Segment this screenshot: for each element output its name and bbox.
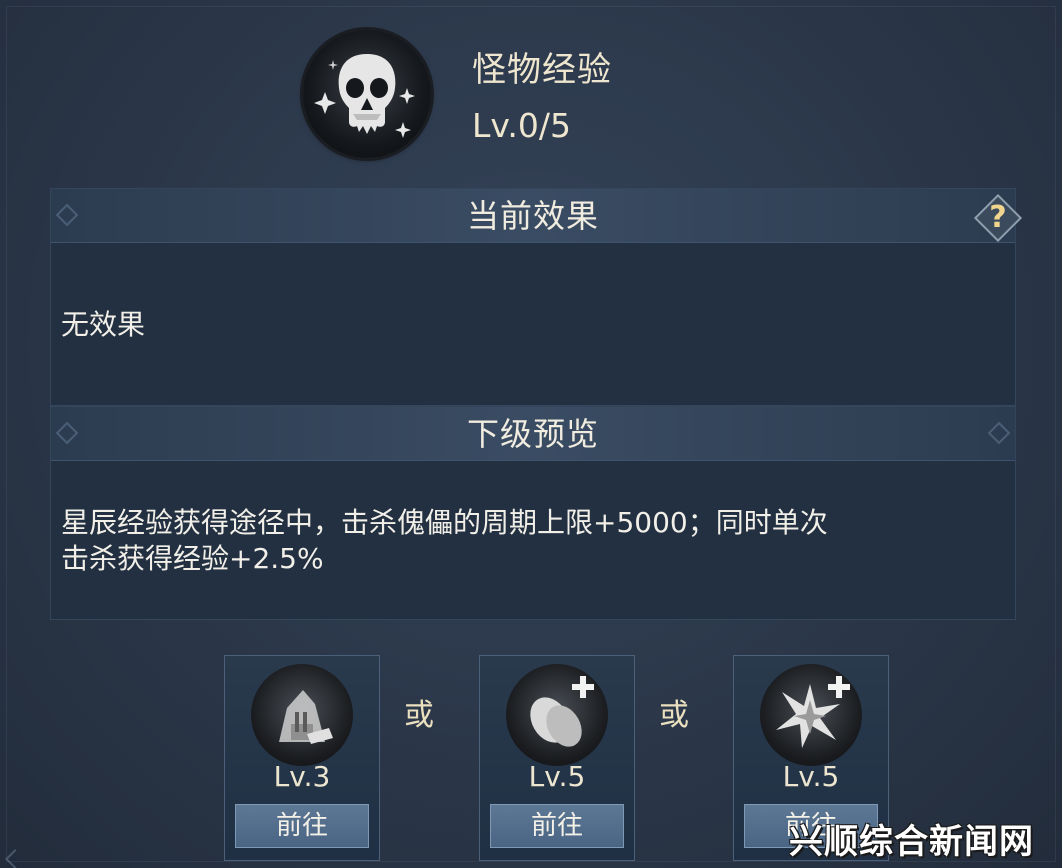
egg-plus-icon [506, 664, 608, 766]
next-preview-line-1: 星辰经验获得途径中，击杀傀儡的周期上限+5000；同时单次 [61, 506, 828, 539]
current-effect-text: 无效果 [61, 308, 146, 341]
next-preview-header: 下级预览 [51, 407, 1015, 461]
source-card-1: Lv.3 前往 [224, 655, 380, 861]
question-mark-icon: ? [989, 200, 1007, 235]
go-button[interactable]: 前往 [490, 804, 624, 848]
source-level: Lv.5 [782, 760, 840, 793]
or-separator: 或 [659, 698, 689, 733]
next-preview-line-2: 击杀获得经验+2.5% [61, 542, 324, 575]
current-effect-header: 当前效果 [51, 189, 1015, 243]
header-ornament-left [55, 203, 79, 227]
skull-icon [303, 30, 431, 158]
crystal-plus-icon [760, 664, 862, 766]
source-card-2: Lv.5 前往 [479, 655, 635, 861]
next-preview-title: 下级预览 [466, 415, 599, 453]
current-effect-title: 当前效果 [466, 197, 599, 235]
or-separator: 或 [404, 698, 434, 733]
next-preview-panel: 下级预览 星辰经验获得途径中，击杀傀儡的周期上限+5000；同时单次 击杀获得经… [50, 406, 1016, 620]
next-preview-text: 星辰经验获得途径中，击杀傀儡的周期上限+5000；同时单次 击杀获得经验+2.5… [61, 505, 1001, 577]
go-button[interactable]: 前往 [235, 804, 369, 848]
skill-title: 怪物经验 [472, 50, 612, 90]
source-level: Lv.3 [273, 760, 331, 793]
watermark: 兴顺综合新闻网 [789, 822, 1034, 862]
crafting-station-icon [251, 664, 353, 766]
header-ornament-right [987, 421, 1011, 445]
header-ornament-left [55, 421, 79, 445]
skill-level: Lv.0/5 [472, 106, 571, 145]
source-level: Lv.5 [528, 760, 586, 793]
current-effect-panel: 当前效果 ? 无效果 [50, 188, 1023, 406]
help-button[interactable]: ? [973, 193, 1023, 243]
corner-ornament [5, 849, 25, 868]
